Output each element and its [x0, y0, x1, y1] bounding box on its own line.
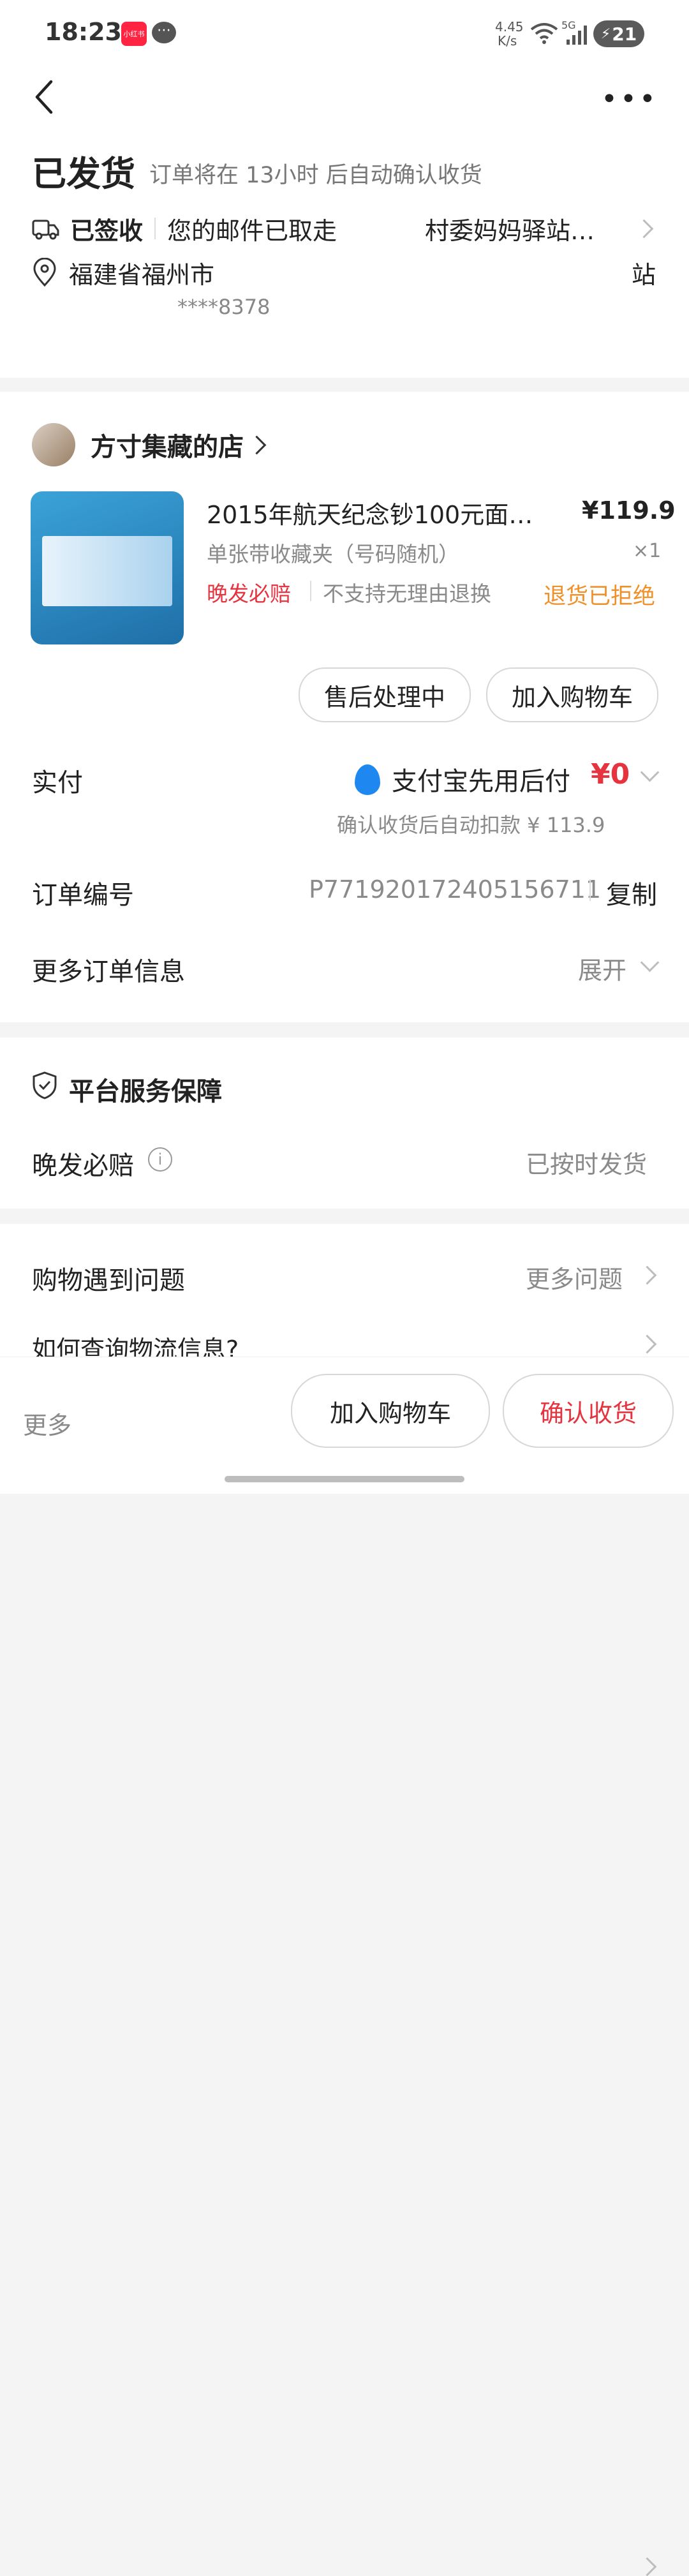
product-title[interactable]: 2015年航天纪念钞100元面… — [207, 495, 533, 530]
guarantee-item-status: 已按时发货 — [526, 1150, 648, 1179]
status-time: 18:23 — [45, 18, 122, 46]
shop-name: 方寸集藏的店 — [91, 433, 244, 462]
help-title: 购物遇到问题 — [32, 1266, 185, 1295]
location-pin-icon — [33, 258, 56, 287]
status-bar: 18:23 小红书 ⋯ 4.45 K/s 5G ⚡ 21 — [0, 0, 689, 64]
order-status-title: 已发货 — [32, 154, 135, 194]
bottom-action-bar: 更多 加入购物车 确认收货 — [0, 1357, 689, 1494]
more-order-info-label: 更多订单信息 — [32, 957, 185, 986]
chevron-down-icon[interactable] — [640, 763, 660, 782]
copy-order-number-button[interactable]: 复制 — [606, 874, 657, 911]
guarantee-title: 平台服务保障 — [69, 1077, 222, 1106]
logistics-row[interactable]: 已签收 您的邮件已取走 村委妈妈驿站… — [32, 209, 657, 248]
product-quantity: ×1 — [633, 540, 662, 562]
product-thumbnail[interactable] — [31, 491, 184, 644]
order-number-value: P771920172405156711 — [309, 875, 602, 904]
no-return-tag: 不支持无理由退换 — [323, 581, 491, 606]
payment-amount: ¥0 — [591, 758, 630, 791]
logistics-status: 已签收 — [70, 216, 144, 245]
more-button[interactable]: 更多 — [23, 1406, 71, 1441]
logistics-station: 村委妈妈驿站… — [425, 216, 595, 245]
shop-row[interactable]: 方寸集藏的店 — [32, 421, 267, 468]
address-block[interactable]: 福建省福州市 站 ****8378 — [32, 249, 657, 319]
chevron-right-icon — [247, 435, 267, 454]
battery-level: 21 — [612, 23, 637, 45]
banknote-image — [42, 536, 172, 606]
guarantee-item-label: 晚发必赔 — [32, 1151, 134, 1180]
product-price: ¥119.9 — [582, 496, 676, 525]
confirm-receipt-button[interactable]: 确认收货 — [503, 1374, 674, 1448]
address-line-end: 站 — [632, 261, 656, 289]
return-status: 退货已拒绝 — [544, 584, 656, 609]
info-icon[interactable]: i — [148, 1147, 172, 1172]
payment-method: 支付宝先用后付 — [392, 767, 570, 796]
more-questions-link[interactable]: 更多问题 — [526, 1260, 623, 1295]
message-icon: ⋯ — [152, 22, 176, 43]
bottom-add-to-cart-button[interactable]: 加入购物车 — [291, 1374, 490, 1448]
chevron-right-icon — [634, 219, 654, 238]
signal-icon — [567, 26, 587, 45]
alipay-icon — [355, 764, 380, 795]
back-icon[interactable] — [32, 78, 57, 116]
net-speed-unit: K/s — [498, 33, 517, 48]
chevron-down-icon[interactable] — [640, 953, 660, 972]
wifi-icon — [530, 23, 558, 44]
copy-divider — [589, 879, 591, 901]
shield-check-icon — [33, 1071, 57, 1099]
order-detail-card: 方寸集藏的店 2015年航天纪念钞100元面… ¥119.9 单张带收藏夹（号码… — [0, 392, 689, 1022]
xiaohongshu-badge: 小红书 — [121, 22, 147, 46]
add-to-cart-button[interactable]: 加入购物车 — [486, 667, 658, 722]
after-sale-button[interactable]: 售后处理中 — [299, 667, 471, 722]
divider — [154, 218, 156, 239]
address-line-start: 福建省福州市 — [69, 261, 215, 289]
chevron-right-icon — [637, 2557, 657, 2576]
logistics-detail: 您的邮件已取走 — [167, 216, 337, 245]
late-compensation-tag: 晚发必赔 — [207, 581, 291, 606]
chevron-right-icon — [637, 1265, 657, 1285]
more-options-icon[interactable]: ••• — [601, 83, 658, 115]
service-guarantee-card: 平台服务保障 晚发必赔 i 已按时发货 — [0, 1038, 689, 1209]
auto-deduct-notice: 确认收货后自动扣款 ¥ 113.9 — [337, 813, 605, 837]
home-indicator — [225, 1476, 464, 1482]
payment-label: 实付 — [32, 768, 83, 798]
product-variant: 单张带收藏夹（号码随机） — [207, 542, 459, 567]
recipient-phone: ****8378 — [177, 295, 270, 319]
tag-divider — [310, 581, 311, 601]
expand-button[interactable]: 展开 — [578, 951, 626, 986]
order-header-card: ••• 已发货 订单将在 13小时 后自动确认收货 已签收 您的邮件已取走 村委… — [0, 64, 689, 378]
battery-icon: ⚡ 21 — [593, 20, 644, 47]
truck-icon — [32, 220, 59, 240]
charging-icon: ⚡ — [600, 26, 611, 42]
net-speed-value: 4.45 — [495, 19, 524, 34]
order-number-label: 订单编号 — [32, 881, 134, 910]
auto-confirm-notice: 订单将在 13小时 后自动确认收货 — [149, 163, 482, 188]
shop-avatar — [32, 423, 75, 466]
